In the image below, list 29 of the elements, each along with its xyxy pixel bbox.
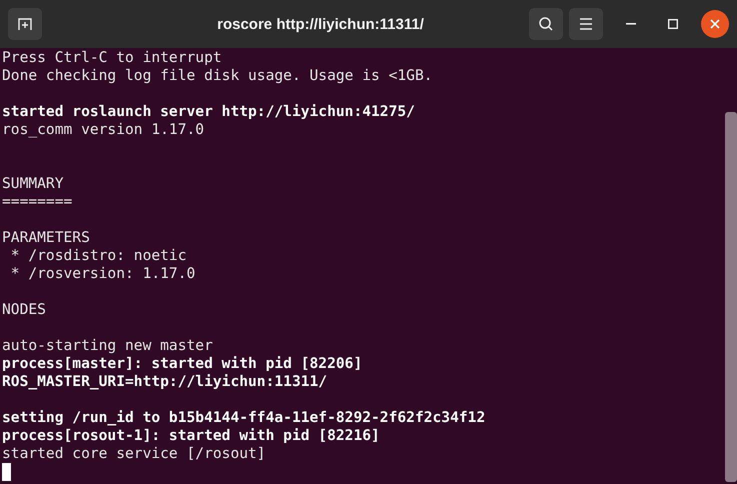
terminal-line: ======== [2, 193, 74, 211]
close-button[interactable] [701, 10, 729, 38]
terminal-line: auto-starting new master [2, 337, 214, 355]
terminal-line: * /rosdistro: noetic [10, 247, 188, 265]
terminal-line: ROS_MASTER_URI=http://liyichun:11311/ [2, 373, 328, 391]
menu-icon [579, 18, 593, 30]
terminal-line: started roslaunch server http://liyichun:41275/ [2, 103, 416, 121]
terminal-line: * /rosversion: 1.17.0 [10, 265, 196, 283]
search-button[interactable] [529, 8, 563, 40]
close-icon [710, 19, 720, 29]
terminal-line: Done checking log file disk usage. Usage is <1GB. [2, 67, 434, 85]
terminal-line: ros_comm version 1.17.0 [2, 121, 206, 139]
search-icon [538, 16, 554, 32]
menu-button[interactable] [569, 8, 603, 40]
terminal-line: NODES [2, 301, 47, 319]
terminal-line: setting /run_id to b15b4144-ff4a-11ef-8292-2f62f2c34f12 [2, 409, 486, 427]
scrollbar-thumb[interactable] [725, 112, 737, 482]
terminal-line: process[master]: started with pid [82206] [2, 355, 364, 373]
new-tab-button[interactable] [8, 8, 42, 40]
minimize-icon [626, 23, 636, 25]
text-cursor [2, 463, 11, 481]
terminal-line: SUMMARY [2, 175, 65, 193]
terminal-line: Press Ctrl-C to interrupt [2, 49, 223, 67]
terminal-line: started core service [/rosout] [2, 445, 267, 463]
terminal-line: process[rosout-1]: started with pid [82216] [2, 427, 381, 445]
new-tab-icon [17, 16, 33, 32]
terminal-line: PARAMETERS [2, 229, 91, 247]
window-title: roscore http://liyichun:11311/ [216, 16, 425, 32]
maximize-icon [668, 19, 678, 29]
